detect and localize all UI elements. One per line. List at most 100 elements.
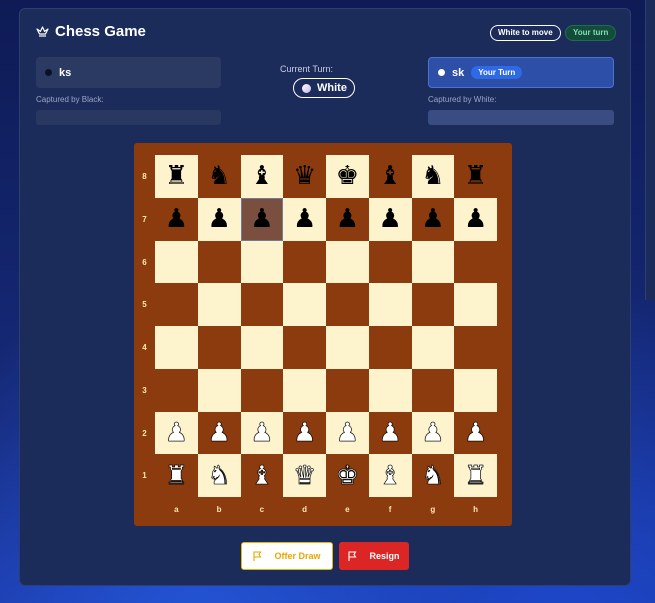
square-h7[interactable]: ♟ xyxy=(454,197,497,241)
square-f2[interactable]: ♟ xyxy=(368,411,412,455)
square-e2[interactable]: ♟ xyxy=(326,411,369,455)
square-f1[interactable]: ♝ xyxy=(368,454,412,497)
square-f4[interactable] xyxy=(368,326,412,369)
square-e1[interactable]: ♚ xyxy=(326,454,369,497)
square-c1[interactable]: ♝ xyxy=(240,454,284,497)
square-d6[interactable] xyxy=(283,240,326,284)
white-king-icon[interactable]: ♚ xyxy=(335,462,359,489)
square-e4[interactable] xyxy=(326,326,369,369)
square-g5[interactable] xyxy=(411,283,455,326)
black-bishop-icon[interactable]: ♝ xyxy=(378,163,401,189)
white-knight-icon[interactable]: ♞ xyxy=(207,462,231,489)
flag-icon xyxy=(348,551,357,561)
square-b2[interactable]: ♟ xyxy=(197,411,241,455)
white-pawn-icon[interactable]: ♟ xyxy=(335,420,359,447)
square-f7[interactable]: ♟ xyxy=(368,197,412,241)
square-h3[interactable] xyxy=(454,368,497,412)
black-bishop-icon[interactable]: ♝ xyxy=(250,163,273,189)
square-c8[interactable]: ♝ xyxy=(240,155,284,198)
black-king-icon[interactable]: ♚ xyxy=(336,163,359,189)
square-d8[interactable]: ♛ xyxy=(283,155,326,198)
square-c6[interactable] xyxy=(240,240,284,284)
square-h5[interactable] xyxy=(454,283,497,326)
square-b8[interactable]: ♞ xyxy=(197,155,241,198)
square-d2[interactable]: ♟ xyxy=(283,411,326,455)
white-pawn-icon[interactable]: ♟ xyxy=(421,420,445,447)
square-a8[interactable]: ♜ xyxy=(155,155,198,198)
square-b7[interactable]: ♟ xyxy=(197,197,241,241)
white-bishop-icon[interactable]: ♝ xyxy=(378,462,402,489)
white-pawn-icon[interactable]: ♟ xyxy=(164,420,188,447)
square-a5[interactable] xyxy=(155,283,198,326)
square-b1[interactable]: ♞ xyxy=(197,454,241,497)
square-c7[interactable]: ♟ xyxy=(240,197,284,241)
square-b5[interactable] xyxy=(197,283,241,326)
black-pawn-icon[interactable]: ♟ xyxy=(336,206,359,232)
square-e8[interactable]: ♚ xyxy=(326,155,369,198)
square-g3[interactable] xyxy=(411,368,455,412)
square-c2[interactable]: ♟ xyxy=(240,411,284,455)
square-g2[interactable]: ♟ xyxy=(411,411,455,455)
square-h2[interactable]: ♟ xyxy=(454,411,497,455)
square-b4[interactable] xyxy=(197,326,241,369)
white-rook-icon[interactable]: ♜ xyxy=(164,462,188,489)
square-c3[interactable] xyxy=(240,368,284,412)
square-b6[interactable] xyxy=(197,240,241,284)
black-pawn-icon[interactable]: ♟ xyxy=(421,206,444,232)
square-h6[interactable] xyxy=(454,240,497,284)
square-c4[interactable] xyxy=(240,326,284,369)
square-e6[interactable] xyxy=(326,240,369,284)
white-pawn-icon[interactable]: ♟ xyxy=(207,420,231,447)
square-b3[interactable] xyxy=(197,368,241,412)
black-pawn-icon[interactable]: ♟ xyxy=(207,206,230,232)
square-e5[interactable] xyxy=(326,283,369,326)
black-rook-icon[interactable]: ♜ xyxy=(165,163,188,189)
square-g8[interactable]: ♞ xyxy=(411,155,455,198)
square-g7[interactable]: ♟ xyxy=(411,197,455,241)
square-e7[interactable]: ♟ xyxy=(326,197,369,241)
square-h4[interactable] xyxy=(454,326,497,369)
square-f8[interactable]: ♝ xyxy=(368,155,412,198)
black-pawn-icon[interactable]: ♟ xyxy=(293,206,316,232)
square-a7[interactable]: ♟ xyxy=(155,197,198,241)
white-queen-icon[interactable]: ♛ xyxy=(293,462,317,489)
square-f6[interactable] xyxy=(368,240,412,284)
square-f5[interactable] xyxy=(368,283,412,326)
black-queen-icon[interactable]: ♛ xyxy=(293,163,316,189)
square-e3[interactable] xyxy=(326,368,369,412)
square-a6[interactable] xyxy=(155,240,198,284)
player-card-white: sk Your Turn xyxy=(428,57,614,88)
square-f3[interactable] xyxy=(368,368,412,412)
square-d3[interactable] xyxy=(283,368,326,412)
square-g1[interactable]: ♞ xyxy=(411,454,455,497)
white-rook-icon[interactable]: ♜ xyxy=(464,462,488,489)
black-pawn-icon[interactable]: ♟ xyxy=(464,206,487,232)
black-pawn-icon[interactable]: ♟ xyxy=(165,206,188,232)
square-h8[interactable]: ♜ xyxy=(454,155,497,198)
square-d4[interactable] xyxy=(283,326,326,369)
black-pawn-icon[interactable]: ♟ xyxy=(250,206,273,232)
square-g4[interactable] xyxy=(411,326,455,369)
square-d7[interactable]: ♟ xyxy=(283,197,326,241)
white-knight-icon[interactable]: ♞ xyxy=(421,462,445,489)
black-pawn-icon[interactable]: ♟ xyxy=(378,206,401,232)
white-bishop-icon[interactable]: ♝ xyxy=(250,462,274,489)
square-g6[interactable] xyxy=(411,240,455,284)
offer-draw-button[interactable]: Offer Draw xyxy=(241,542,333,570)
resign-button[interactable]: Resign xyxy=(339,542,409,570)
white-pawn-icon[interactable]: ♟ xyxy=(464,420,488,447)
black-knight-icon[interactable]: ♞ xyxy=(207,163,230,189)
square-a1[interactable]: ♜ xyxy=(155,454,198,497)
black-knight-icon[interactable]: ♞ xyxy=(421,163,444,189)
square-h1[interactable]: ♜ xyxy=(454,454,497,497)
square-d5[interactable] xyxy=(283,283,326,326)
white-pawn-icon[interactable]: ♟ xyxy=(250,420,274,447)
black-rook-icon[interactable]: ♜ xyxy=(464,163,487,189)
square-a2[interactable]: ♟ xyxy=(155,411,198,455)
white-pawn-icon[interactable]: ♟ xyxy=(293,420,317,447)
square-d1[interactable]: ♛ xyxy=(283,454,326,497)
square-a4[interactable] xyxy=(155,326,198,369)
square-c5[interactable] xyxy=(240,283,284,326)
white-pawn-icon[interactable]: ♟ xyxy=(378,420,402,447)
square-a3[interactable] xyxy=(155,368,198,412)
